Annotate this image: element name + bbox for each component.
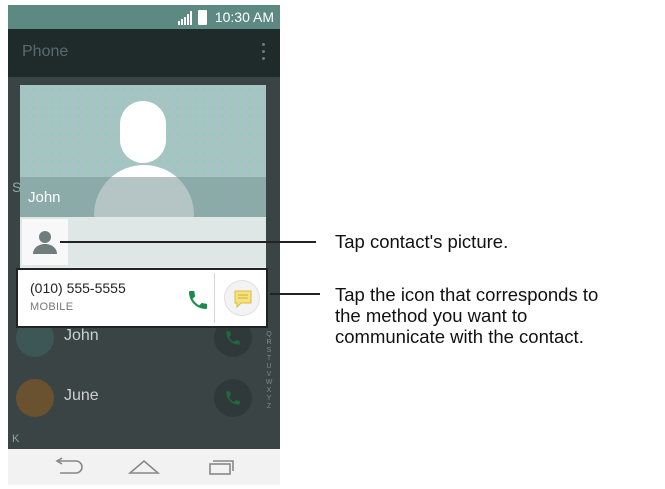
navigation-bar [8,449,280,485]
phone-entry[interactable]: (010) 555-5555 MOBILE [16,268,268,328]
back-icon[interactable] [52,457,84,477]
divider [214,273,215,323]
callout-icon-line2: the method you want to [335,305,528,326]
person-icon [33,231,57,254]
index-letter: Q [266,331,272,338]
avatar [16,379,54,417]
status-time: 10:30 AM [214,9,274,25]
list-item[interactable]: June [8,369,280,427]
index-letter: Z [266,403,272,410]
callout-icon-line1: Tap the icon that corresponds to [335,284,599,305]
section-letter: K [12,433,20,445]
call-row: (010) 555-5555 MOBILE [16,267,268,328]
phone-type: MOBILE [30,301,74,313]
phone-screen: 10:30 AM Phone S John June Q R S T U V W… [8,5,280,485]
alphabet-index[interactable]: Q R S T U V W X Y Z [264,331,274,411]
status-bar: 10:30 AM [8,5,280,29]
recent-apps-icon[interactable] [204,457,236,477]
name-bar: John [20,177,266,217]
index-letter: Y [266,395,272,402]
index-letter: V [266,371,272,378]
callout-line-picture [60,241,316,243]
message-button[interactable] [224,280,260,316]
overflow-menu-icon[interactable] [262,43,266,61]
list-item-name: June [64,387,99,404]
message-icon [234,290,252,309]
contact-photo[interactable]: John [20,85,266,217]
phone-icon [226,391,240,405]
contact-name: John [28,189,61,206]
callout-picture: Tap contact's picture. [335,231,509,252]
callout-line-icon [270,293,320,295]
index-letter: X [266,387,272,394]
index-letter: T [266,355,272,362]
index-letter: R [266,339,272,346]
app-bar: Phone [8,29,280,77]
signal-icon [178,11,192,25]
phone-icon [226,331,240,345]
phone-number: (010) 555-5555 [30,280,126,296]
list-item-name: John [64,327,99,344]
home-icon[interactable] [128,457,160,477]
index-letter: U [266,363,272,370]
phone-icon[interactable] [186,288,210,312]
app-title: Phone [22,43,69,60]
contact-quick-view: John (010) 555-5555 MOBILE [16,85,268,328]
index-letter: S [266,347,272,354]
callout-icon-line3: communicate with the contact. [335,326,584,347]
call-button[interactable] [214,379,252,417]
battery-icon [198,10,207,25]
index-letter: W [265,379,273,386]
person-silhouette-head [120,101,166,163]
